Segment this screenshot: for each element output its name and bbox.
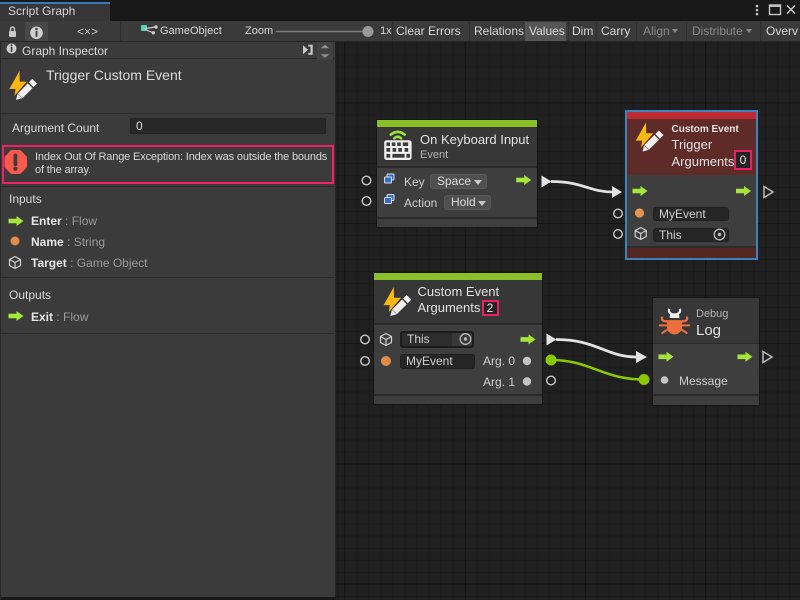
svg-text:<×>: <×>	[77, 25, 98, 39]
